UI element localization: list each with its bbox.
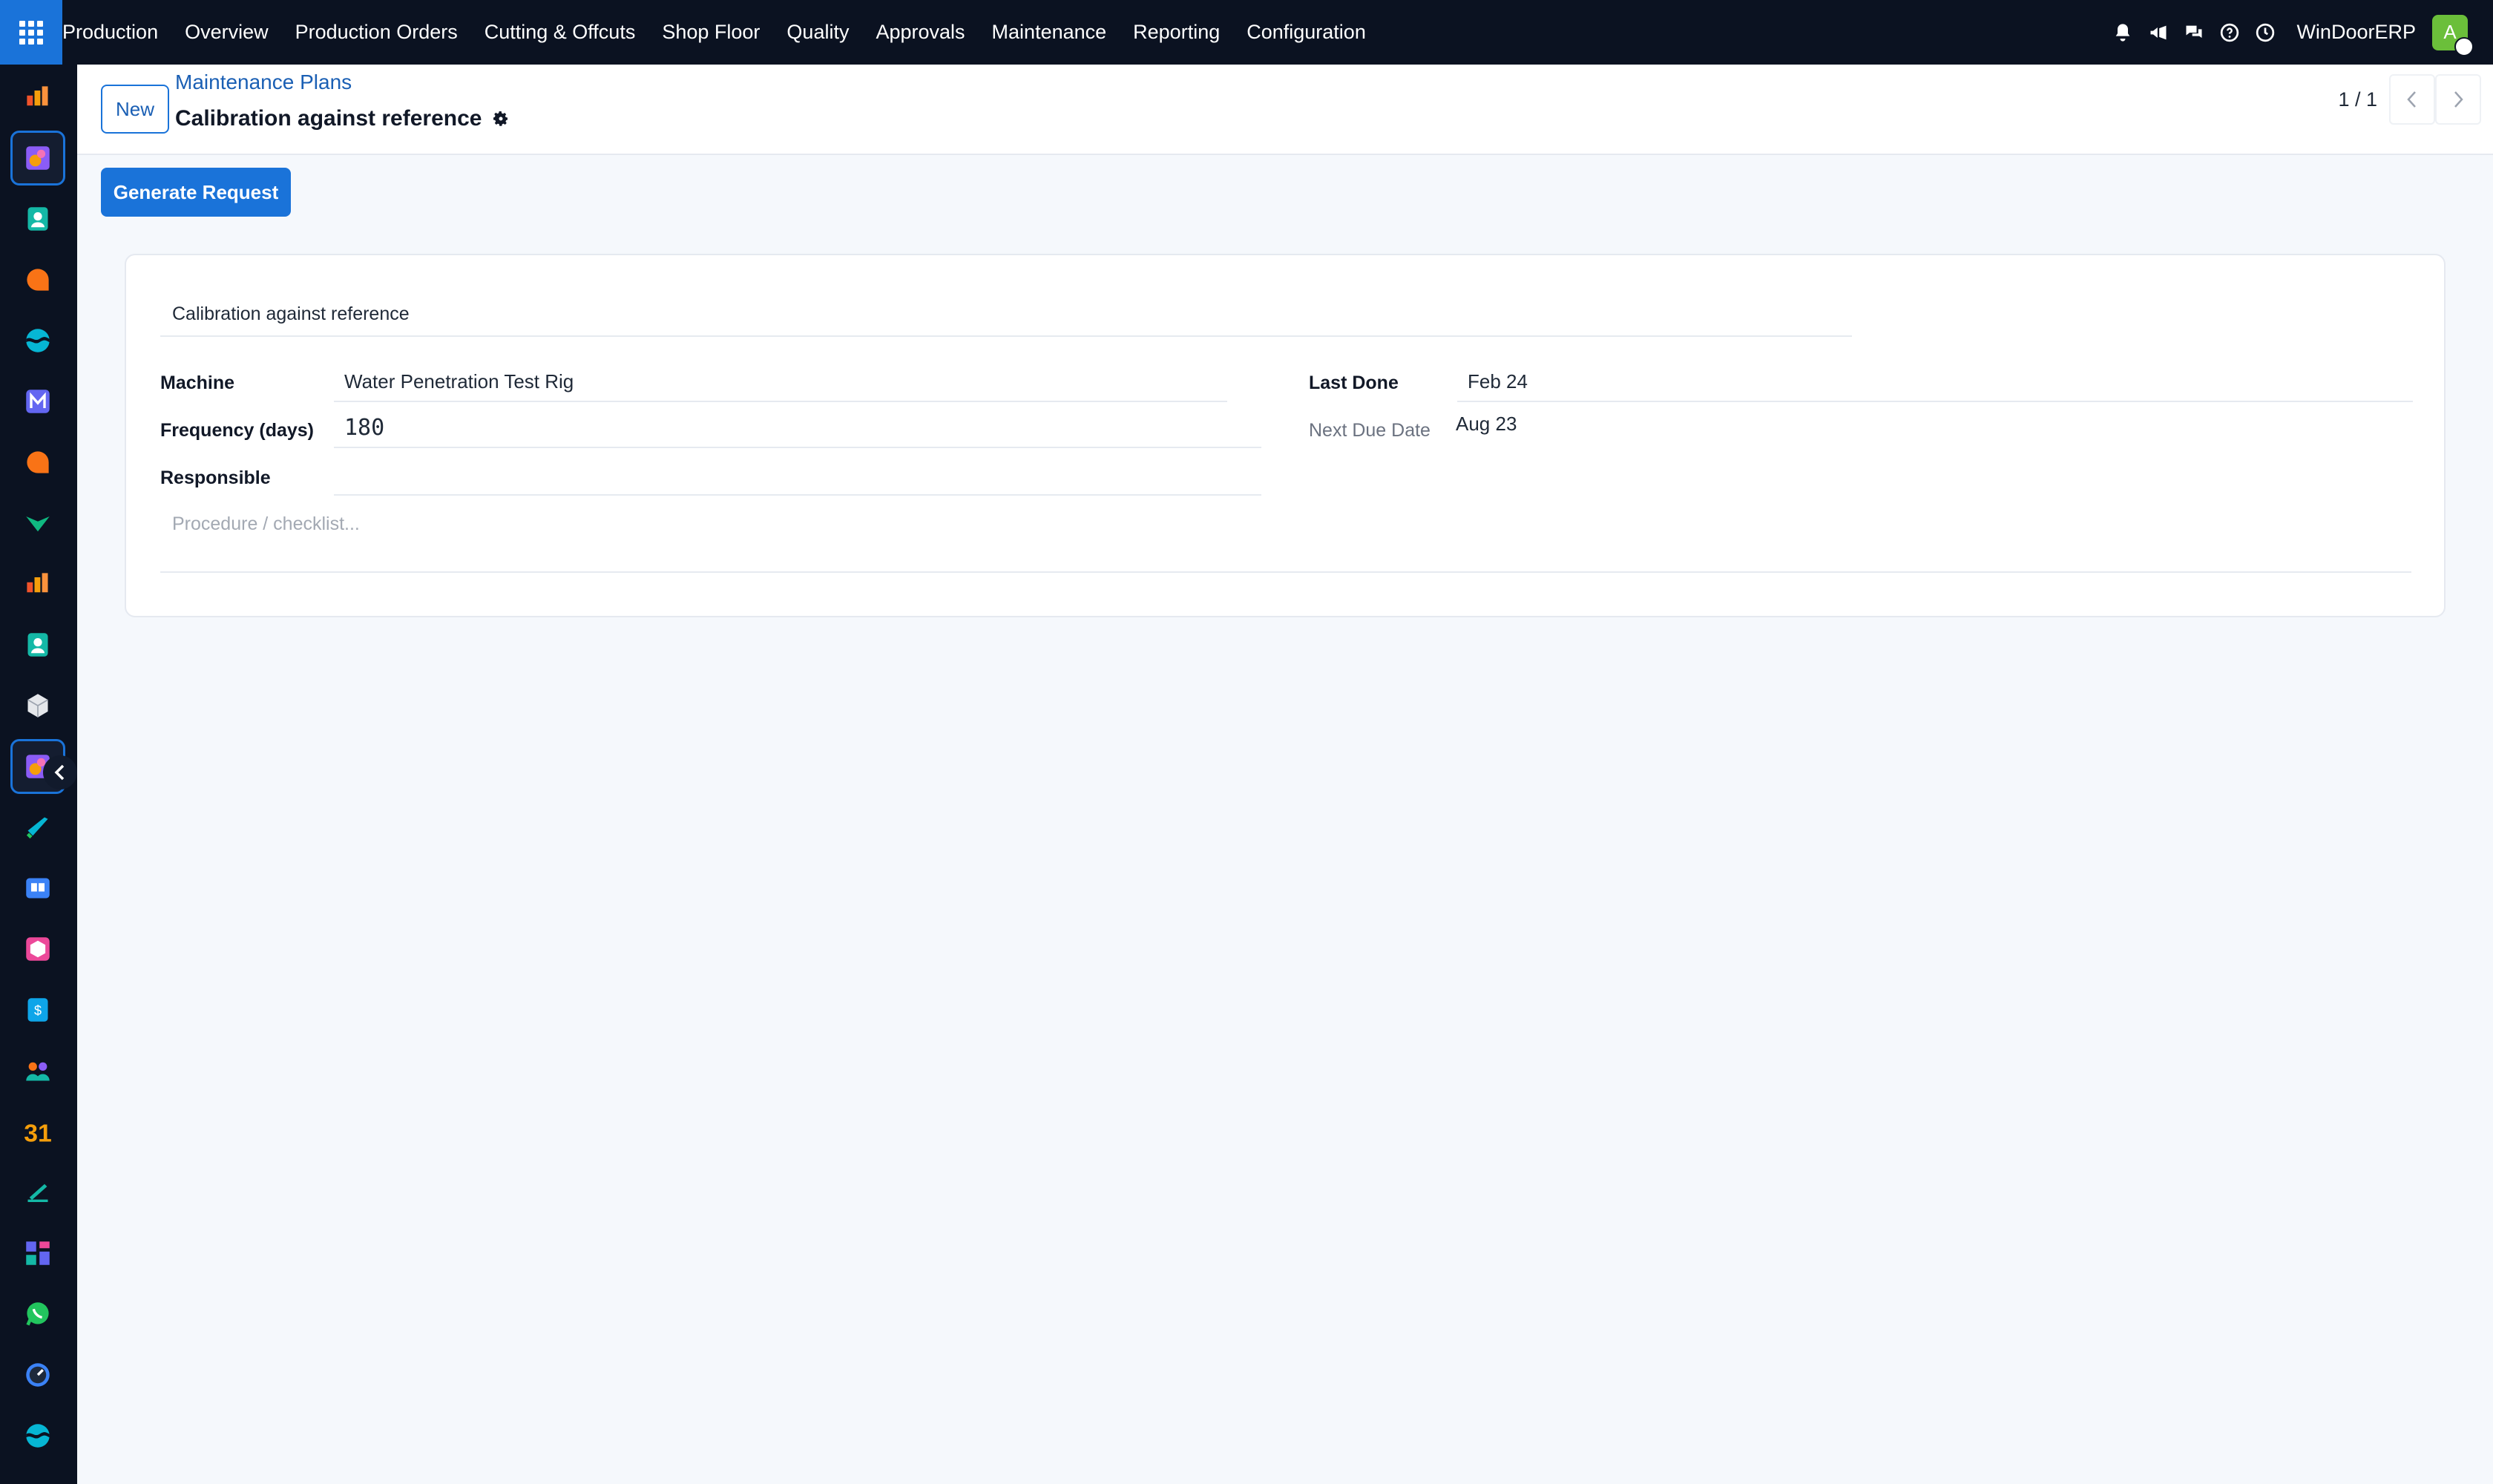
invoice-icon: $: [27, 998, 48, 1022]
status-indicator: [2454, 36, 2474, 56]
menu-quality[interactable]: Quality: [773, 21, 862, 44]
menu-maintenance[interactable]: Maintenance: [979, 21, 1120, 44]
arrow-check-icon: [26, 516, 50, 532]
avatar-letter: A: [2443, 21, 2457, 43]
chevron-left-icon: [54, 764, 65, 781]
manufacturing-icon: [26, 146, 50, 170]
wave-icon: [26, 1424, 50, 1448]
responsible-field[interactable]: [334, 456, 1261, 496]
last-done-field[interactable]: Feb 24: [1457, 362, 2413, 402]
sidebar-app-1[interactable]: [10, 70, 65, 125]
wave-icon: [26, 329, 50, 352]
systray: WinDoorERP A: [2105, 0, 2493, 65]
sign-icon: [27, 1183, 48, 1202]
menu-app-name[interactable]: Production: [62, 21, 171, 44]
menu-cutting-offcuts[interactable]: Cutting & Offcuts: [471, 21, 649, 44]
new-button[interactable]: New: [101, 85, 169, 134]
pager-next-button[interactable]: [2435, 74, 2481, 125]
menu-approvals[interactable]: Approvals: [862, 21, 978, 44]
gear-icon[interactable]: [492, 110, 510, 128]
breadcrumb-parent[interactable]: Maintenance Plans: [175, 70, 352, 94]
control-panel: New Maintenance Plans Calibration agains…: [77, 65, 2493, 155]
next-due-date-value: Aug 23: [1456, 412, 1517, 435]
svg-text:$: $: [34, 1003, 42, 1018]
form-sheet: Calibration against reference Machine Wa…: [125, 254, 2446, 617]
whatsapp-icon: [26, 1302, 49, 1326]
responsible-label: Responsible: [160, 467, 271, 488]
procedure-notes-field[interactable]: Procedure / checklist...: [160, 508, 2411, 573]
machine-label: Machine: [160, 372, 235, 393]
pager-previous-button[interactable]: [2389, 74, 2435, 125]
book-icon: [26, 878, 50, 899]
sidebar-app-20[interactable]: [10, 1226, 65, 1281]
menu-overview[interactable]: Overview: [171, 21, 282, 44]
sidebar-collapse-button[interactable]: [43, 755, 77, 789]
contacts-icon: [27, 207, 48, 231]
chevron-right-icon: [2454, 91, 2463, 108]
help-icon[interactable]: [2212, 0, 2247, 65]
chevron-left-icon: [2407, 91, 2416, 108]
sidebar-app-22[interactable]: [10, 1347, 65, 1402]
menu-reporting[interactable]: Reporting: [1120, 21, 1233, 44]
speedometer-icon: [26, 1363, 50, 1387]
pager-value[interactable]: 1 / 1: [2338, 88, 2377, 111]
menu-shop-floor[interactable]: Shop Floor: [648, 21, 773, 44]
sidebar-app-3[interactable]: [10, 191, 65, 246]
chat-bubble-icon: [27, 451, 49, 473]
pencil-check-icon: [26, 817, 48, 839]
chat-bubble-icon: [27, 269, 49, 291]
megaphone-icon[interactable]: [2141, 0, 2176, 65]
frequency-field[interactable]: 180: [334, 408, 1261, 448]
mail-icon: [26, 390, 50, 413]
sidebar-app-8[interactable]: [10, 496, 65, 551]
bell-icon[interactable]: [2105, 0, 2141, 65]
last-done-label: Last Done: [1309, 372, 1399, 393]
sidebar-app-10[interactable]: [10, 617, 65, 672]
box-icon: [26, 937, 50, 961]
sidebar-app-18[interactable]: 31: [10, 1104, 65, 1159]
sidebar-app-9[interactable]: [10, 556, 65, 611]
menu-production-orders[interactable]: Production Orders: [282, 21, 471, 44]
breadcrumb-current: Calibration against reference: [175, 106, 510, 131]
clock-icon[interactable]: [2247, 0, 2283, 65]
sidebar-app-11[interactable]: [10, 678, 65, 733]
pager: 1 / 1: [2338, 74, 2481, 125]
record-title: Calibration against reference: [175, 106, 482, 131]
sidebar-app-23[interactable]: [10, 1408, 65, 1463]
calendar-icon: 31: [24, 1120, 51, 1146]
sidebar-app-7[interactable]: [10, 435, 65, 490]
sidebar-app-16[interactable]: $: [10, 982, 65, 1037]
app-menu-button[interactable]: [0, 0, 62, 65]
frequency-label: Frequency (days): [160, 420, 315, 441]
contacts-icon: [27, 633, 48, 657]
machine-field[interactable]: Water Penetration Test Rig: [334, 362, 1227, 402]
chat-icon[interactable]: [2176, 0, 2212, 65]
main-menu: Production Overview Production Orders Cu…: [62, 0, 1379, 65]
cube-icon: [27, 694, 48, 718]
bar-chart-icon: [27, 573, 48, 593]
company-switcher[interactable]: WinDoorERP: [2283, 21, 2432, 44]
sidebar-app-6[interactable]: [10, 374, 65, 429]
sidebar-app-15[interactable]: [10, 922, 65, 976]
sidebar-app-14[interactable]: [10, 861, 65, 916]
dashboard-icon: [26, 1241, 50, 1265]
user-avatar[interactable]: A: [2432, 14, 2474, 56]
grid-icon: [19, 20, 43, 45]
sidebar-app-13[interactable]: [10, 800, 65, 855]
sidebar-app-21[interactable]: [10, 1287, 65, 1342]
generate-request-button[interactable]: Generate Request: [101, 168, 291, 217]
sidebar-app-5[interactable]: [10, 313, 65, 368]
sidebar-app-2[interactable]: [10, 131, 65, 186]
sidebar-app-19[interactable]: [10, 1165, 65, 1220]
svg-text:31: 31: [24, 1120, 51, 1146]
menu-configuration[interactable]: Configuration: [1233, 21, 1379, 44]
next-due-date-label: Next Due Date: [1309, 420, 1431, 441]
team-icon: [26, 1062, 50, 1081]
sidebar-app-17[interactable]: [10, 1043, 65, 1098]
plan-name-field[interactable]: Calibration against reference: [160, 292, 1852, 337]
bar-chart-icon: [27, 86, 48, 106]
sidebar-app-4[interactable]: [10, 252, 65, 307]
top-navbar: Production Overview Production Orders Cu…: [0, 0, 2493, 65]
